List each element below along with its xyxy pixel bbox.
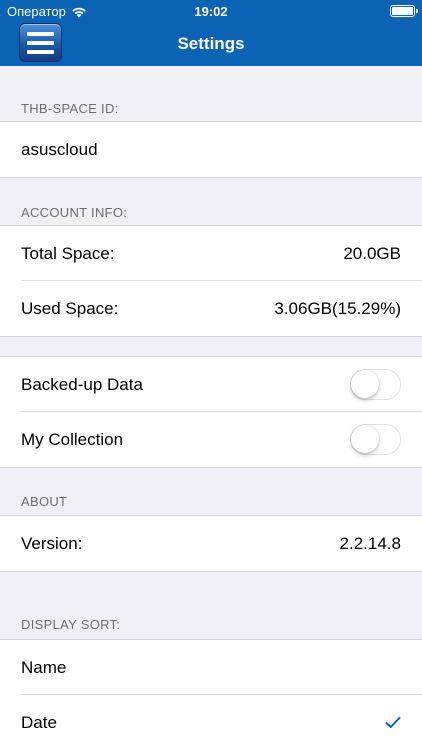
sort-option-label: Date (21, 712, 57, 732)
total-space-value: 20.0GB (343, 243, 401, 263)
battery-icon (390, 5, 418, 17)
total-space-row: Total Space: 20.0GB (0, 226, 422, 281)
my-collection-label: My Collection (21, 429, 124, 449)
backed-up-data-row: Backed-up Data (0, 357, 422, 412)
version-value: 2.2.14.8 (339, 533, 401, 553)
divider (0, 336, 422, 337)
used-space-label: Used Space: (21, 298, 119, 318)
divider (0, 467, 422, 468)
sort-option-name[interactable]: Name (0, 640, 422, 695)
section-header-space-id: THB-SPACE ID: (21, 101, 119, 116)
space-id-cell: asuscloud (0, 122, 422, 177)
backed-up-data-label: Backed-up Data (21, 374, 143, 394)
space-id-value: asuscloud (21, 139, 98, 159)
used-space-value: 3.06GB(15.29%) (274, 298, 401, 318)
divider (0, 177, 422, 178)
toggle-knob (351, 425, 379, 453)
version-label: Version: (21, 533, 83, 553)
used-space-row: Used Space: 3.06GB(15.29%) (0, 281, 422, 336)
page-title: Settings (177, 34, 245, 53)
backed-up-data-toggle[interactable] (350, 369, 401, 400)
checkmark-icon (385, 716, 401, 728)
section-header-about: ABOUT (21, 494, 68, 509)
sort-option-label: Name (21, 657, 67, 677)
divider (0, 571, 422, 572)
status-time: 19:02 (194, 4, 228, 19)
status-bar: Оператор 19:02 (0, 0, 422, 22)
section-header-sort: DISPLAY SORT: (21, 617, 121, 632)
my-collection-row: My Collection (0, 412, 422, 467)
my-collection-toggle[interactable] (350, 424, 401, 455)
navigation-bar: Оператор 19:02 Settings (0, 0, 422, 66)
total-space-label: Total Space: (21, 243, 115, 263)
sort-option-date[interactable]: Date (0, 695, 422, 750)
toggle-knob (351, 370, 379, 398)
version-row: Version: 2.2.14.8 (0, 516, 422, 571)
section-header-account: ACCOUNT INFO: (21, 205, 128, 220)
